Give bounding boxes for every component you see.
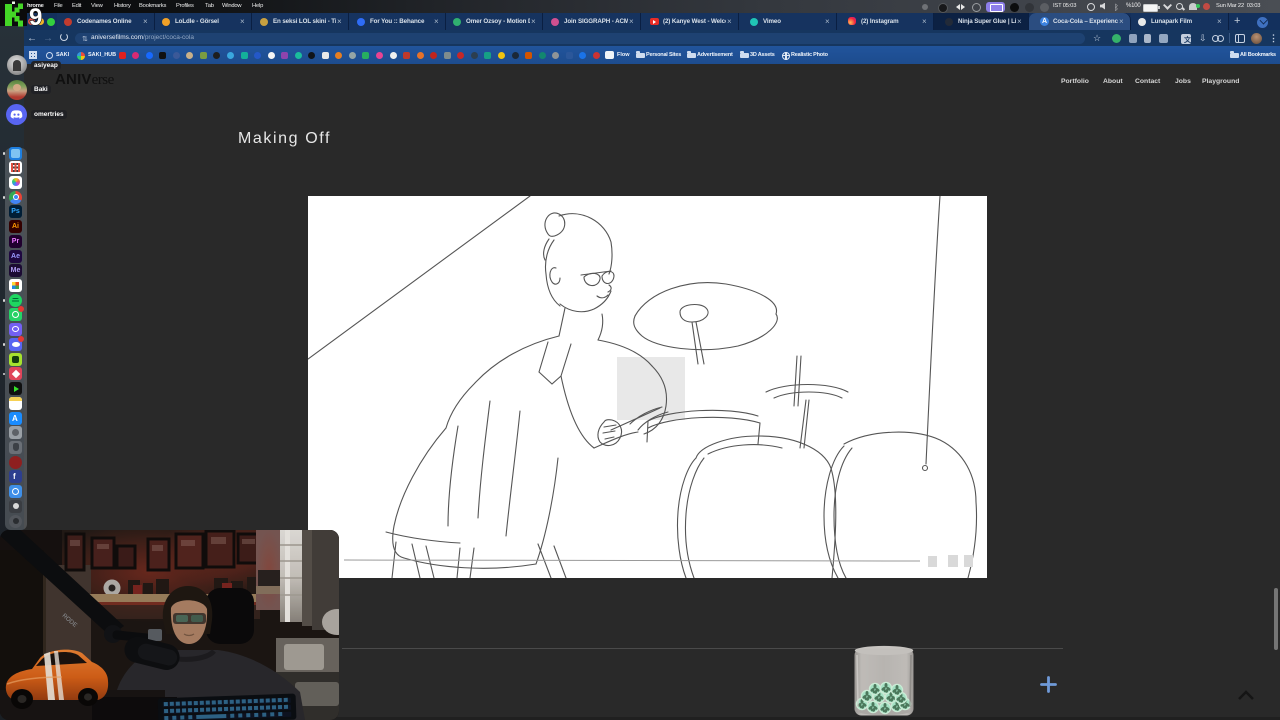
svg-text:9: 9 (29, 4, 42, 30)
